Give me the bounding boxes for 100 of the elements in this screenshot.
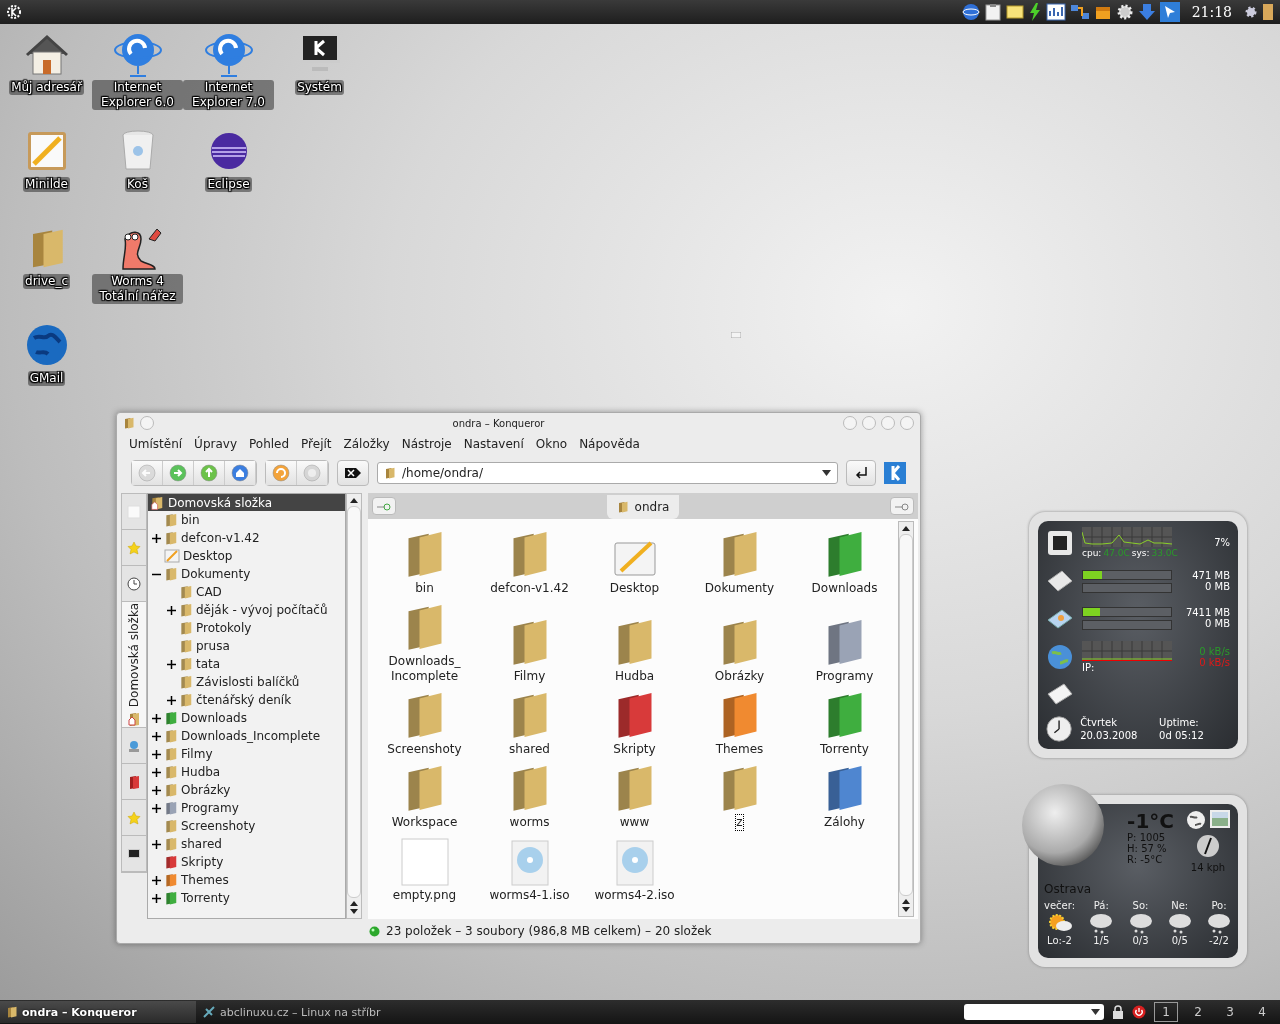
file-label[interactable]: empty.png	[392, 888, 457, 903]
lightning-icon[interactable]	[1027, 3, 1042, 21]
tree-item[interactable]: Downloads	[181, 711, 247, 725]
scroll-down-icon[interactable]	[902, 907, 910, 912]
globe-icon[interactable]	[961, 3, 980, 21]
scroll-up-icon[interactable]	[902, 899, 910, 904]
door-icon[interactable]	[1262, 3, 1274, 21]
scrollbar[interactable]	[898, 521, 914, 917]
clock[interactable]: 21:18	[1191, 4, 1232, 20]
gear-icon[interactable]	[1115, 3, 1134, 21]
menu-item[interactable]: Nastavení	[457, 435, 530, 453]
desktop-icon-label[interactable]: Koš	[125, 177, 150, 192]
tree-item[interactable]: Domovská složka	[148, 494, 345, 511]
tree-item[interactable]: Protokoly	[196, 621, 252, 635]
gear-k-icon[interactable]	[6, 4, 22, 20]
network-icon[interactable]	[1069, 3, 1090, 21]
arrow-down-icon[interactable]	[1137, 3, 1156, 21]
scroll-up-icon[interactable]	[350, 901, 358, 906]
scrollbar-thumb[interactable]	[347, 506, 361, 898]
scroll-up-icon[interactable]	[350, 498, 358, 503]
lock-icon[interactable]	[1112, 1005, 1124, 1019]
power-icon[interactable]	[1132, 1005, 1146, 1019]
menu-item[interactable]: Okno	[529, 435, 574, 453]
tree-item[interactable]: Závislosti balíčků	[196, 675, 300, 689]
tree-item[interactable]: Screenshoty	[181, 819, 256, 833]
file-label[interactable]: Obrázky	[714, 669, 765, 684]
menu-item[interactable]: Úpravy	[188, 435, 243, 453]
tree-item[interactable]: Obrázky	[181, 783, 231, 797]
menu-item[interactable]: Záložky	[337, 435, 396, 453]
note-icon[interactable]	[1005, 3, 1024, 21]
plus-icon[interactable]	[167, 659, 176, 669]
file-label[interactable]: bin	[415, 581, 434, 596]
file-label[interactable]: worms4-2.iso	[594, 888, 675, 903]
tree-item[interactable]: CAD	[196, 585, 222, 599]
file-label[interactable]: worms	[509, 815, 550, 830]
file-label[interactable]: defcon-v1.42	[490, 581, 569, 596]
caret-icon[interactable]	[822, 470, 831, 476]
menu-item[interactable]: Nástroje	[395, 435, 458, 453]
plus-icon[interactable]	[167, 605, 176, 615]
desktop-icon-label[interactable]: Internet Explorer 7.0	[183, 80, 274, 110]
file-label[interactable]: Desktop	[609, 581, 660, 596]
scroll-up-icon[interactable]	[902, 526, 910, 531]
globe-icon[interactable]	[1186, 810, 1206, 830]
taskbar-button[interactable]: ondra – Konqueror	[0, 1001, 196, 1023]
tree-item[interactable]: čtenářský deník	[196, 693, 292, 707]
file-label[interactable]: shared	[509, 742, 550, 757]
file-label[interactable]: www	[619, 815, 650, 830]
desktop-icon-label[interactable]: Eclipse	[205, 177, 252, 192]
cursor-icon[interactable]	[1159, 2, 1180, 22]
desktop-switcher[interactable]: 3	[1218, 1002, 1242, 1022]
clipboard-icon[interactable]	[983, 3, 1002, 21]
desktop-switcher[interactable]: 2	[1186, 1002, 1210, 1022]
file-label[interactable]: Programy	[815, 669, 874, 684]
tree-item[interactable]: bin	[181, 513, 200, 527]
go-button[interactable]	[846, 460, 876, 486]
location-field[interactable]: /home/ondra/	[377, 462, 838, 484]
file-label[interactable]: Hudba	[614, 669, 655, 684]
tree-item[interactable]: shared	[181, 837, 222, 851]
tree-item[interactable]: Programy	[181, 801, 239, 815]
desktop-switcher[interactable]: 4	[1250, 1002, 1274, 1022]
tree-item[interactable]: Downloads_Incomplete	[181, 729, 321, 743]
plus-icon[interactable]	[152, 785, 161, 795]
file-label[interactable]: Dokumenty	[704, 581, 775, 596]
menu-item[interactable]: Přejít	[295, 435, 338, 453]
tree-item[interactable]: Themes	[181, 873, 229, 887]
tree-item[interactable]: Filmy	[181, 747, 213, 761]
desktop-icon-label[interactable]: GMail	[27, 371, 66, 386]
tree-item[interactable]: prusa	[196, 639, 230, 653]
tree-item[interactable]: Torrenty	[181, 891, 230, 905]
file-label[interactable]: Screenshoty	[387, 742, 462, 757]
menu-item[interactable]: Nápověda	[573, 435, 646, 453]
plus-icon[interactable]	[152, 713, 161, 723]
file-label[interactable]: worms4-1.iso	[489, 888, 570, 903]
clear-location-button[interactable]	[337, 460, 369, 486]
plus-icon[interactable]	[152, 731, 161, 741]
close-tab-button[interactable]	[890, 497, 914, 515]
plus-icon[interactable]	[167, 695, 176, 705]
file-label[interactable]: Downloads	[811, 581, 878, 596]
tree-item[interactable]: děják - vývoj počítačů	[196, 603, 328, 617]
file-label[interactable]: Workspace	[391, 815, 458, 830]
sidebar-tab[interactable]: Domovská složka	[122, 602, 146, 728]
file-label[interactable]: Zálohy	[824, 815, 865, 830]
desktop-icon-label[interactable]: Můj adresář	[9, 80, 84, 95]
scroll-down-icon[interactable]	[350, 909, 358, 914]
file-label[interactable]: z	[736, 815, 743, 830]
file-label[interactable]: Filmy	[513, 669, 546, 684]
file-label[interactable]: Themes	[715, 742, 764, 757]
taskbar-button[interactable]: abclinuxu.cz – Linux na stříbr	[196, 1001, 416, 1023]
chart-icon[interactable]	[1045, 3, 1066, 21]
scrollbar[interactable]	[346, 493, 362, 919]
menu-item[interactable]: Umístění	[123, 435, 189, 453]
tree-item[interactable]: Desktop	[183, 549, 233, 563]
plus-icon[interactable]	[152, 749, 161, 759]
plus-icon[interactable]	[152, 893, 161, 903]
gear-icon[interactable]	[1244, 5, 1258, 19]
desktop-icon-label[interactable]: drive_c	[23, 274, 70, 289]
scrollbar-thumb[interactable]	[899, 534, 913, 896]
desktop-icon-label[interactable]: Internet Explorer 6.0	[92, 80, 183, 110]
tree-item[interactable]: Skripty	[181, 855, 224, 869]
plus-icon[interactable]	[152, 839, 161, 849]
